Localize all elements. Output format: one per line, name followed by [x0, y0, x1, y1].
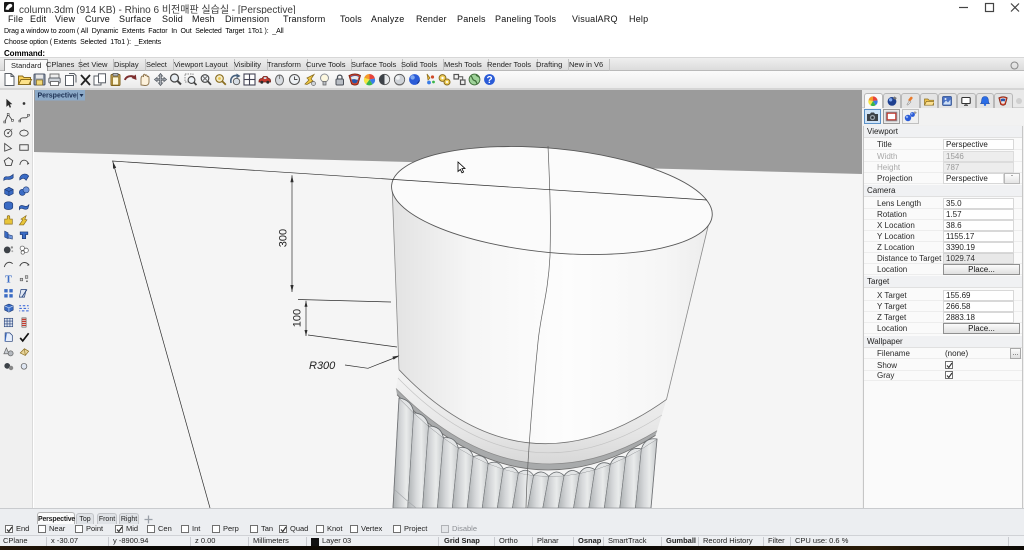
- svg-text:?: ?: [486, 75, 492, 86]
- svg-text:T: T: [5, 275, 12, 286]
- svg-text:Perspective: Perspective: [38, 93, 77, 100]
- svg-text:|: |: [77, 93, 79, 100]
- svg-text:R300: R300: [309, 360, 336, 372]
- svg-text:100: 100: [292, 309, 304, 327]
- svg-text:300: 300: [278, 229, 290, 247]
